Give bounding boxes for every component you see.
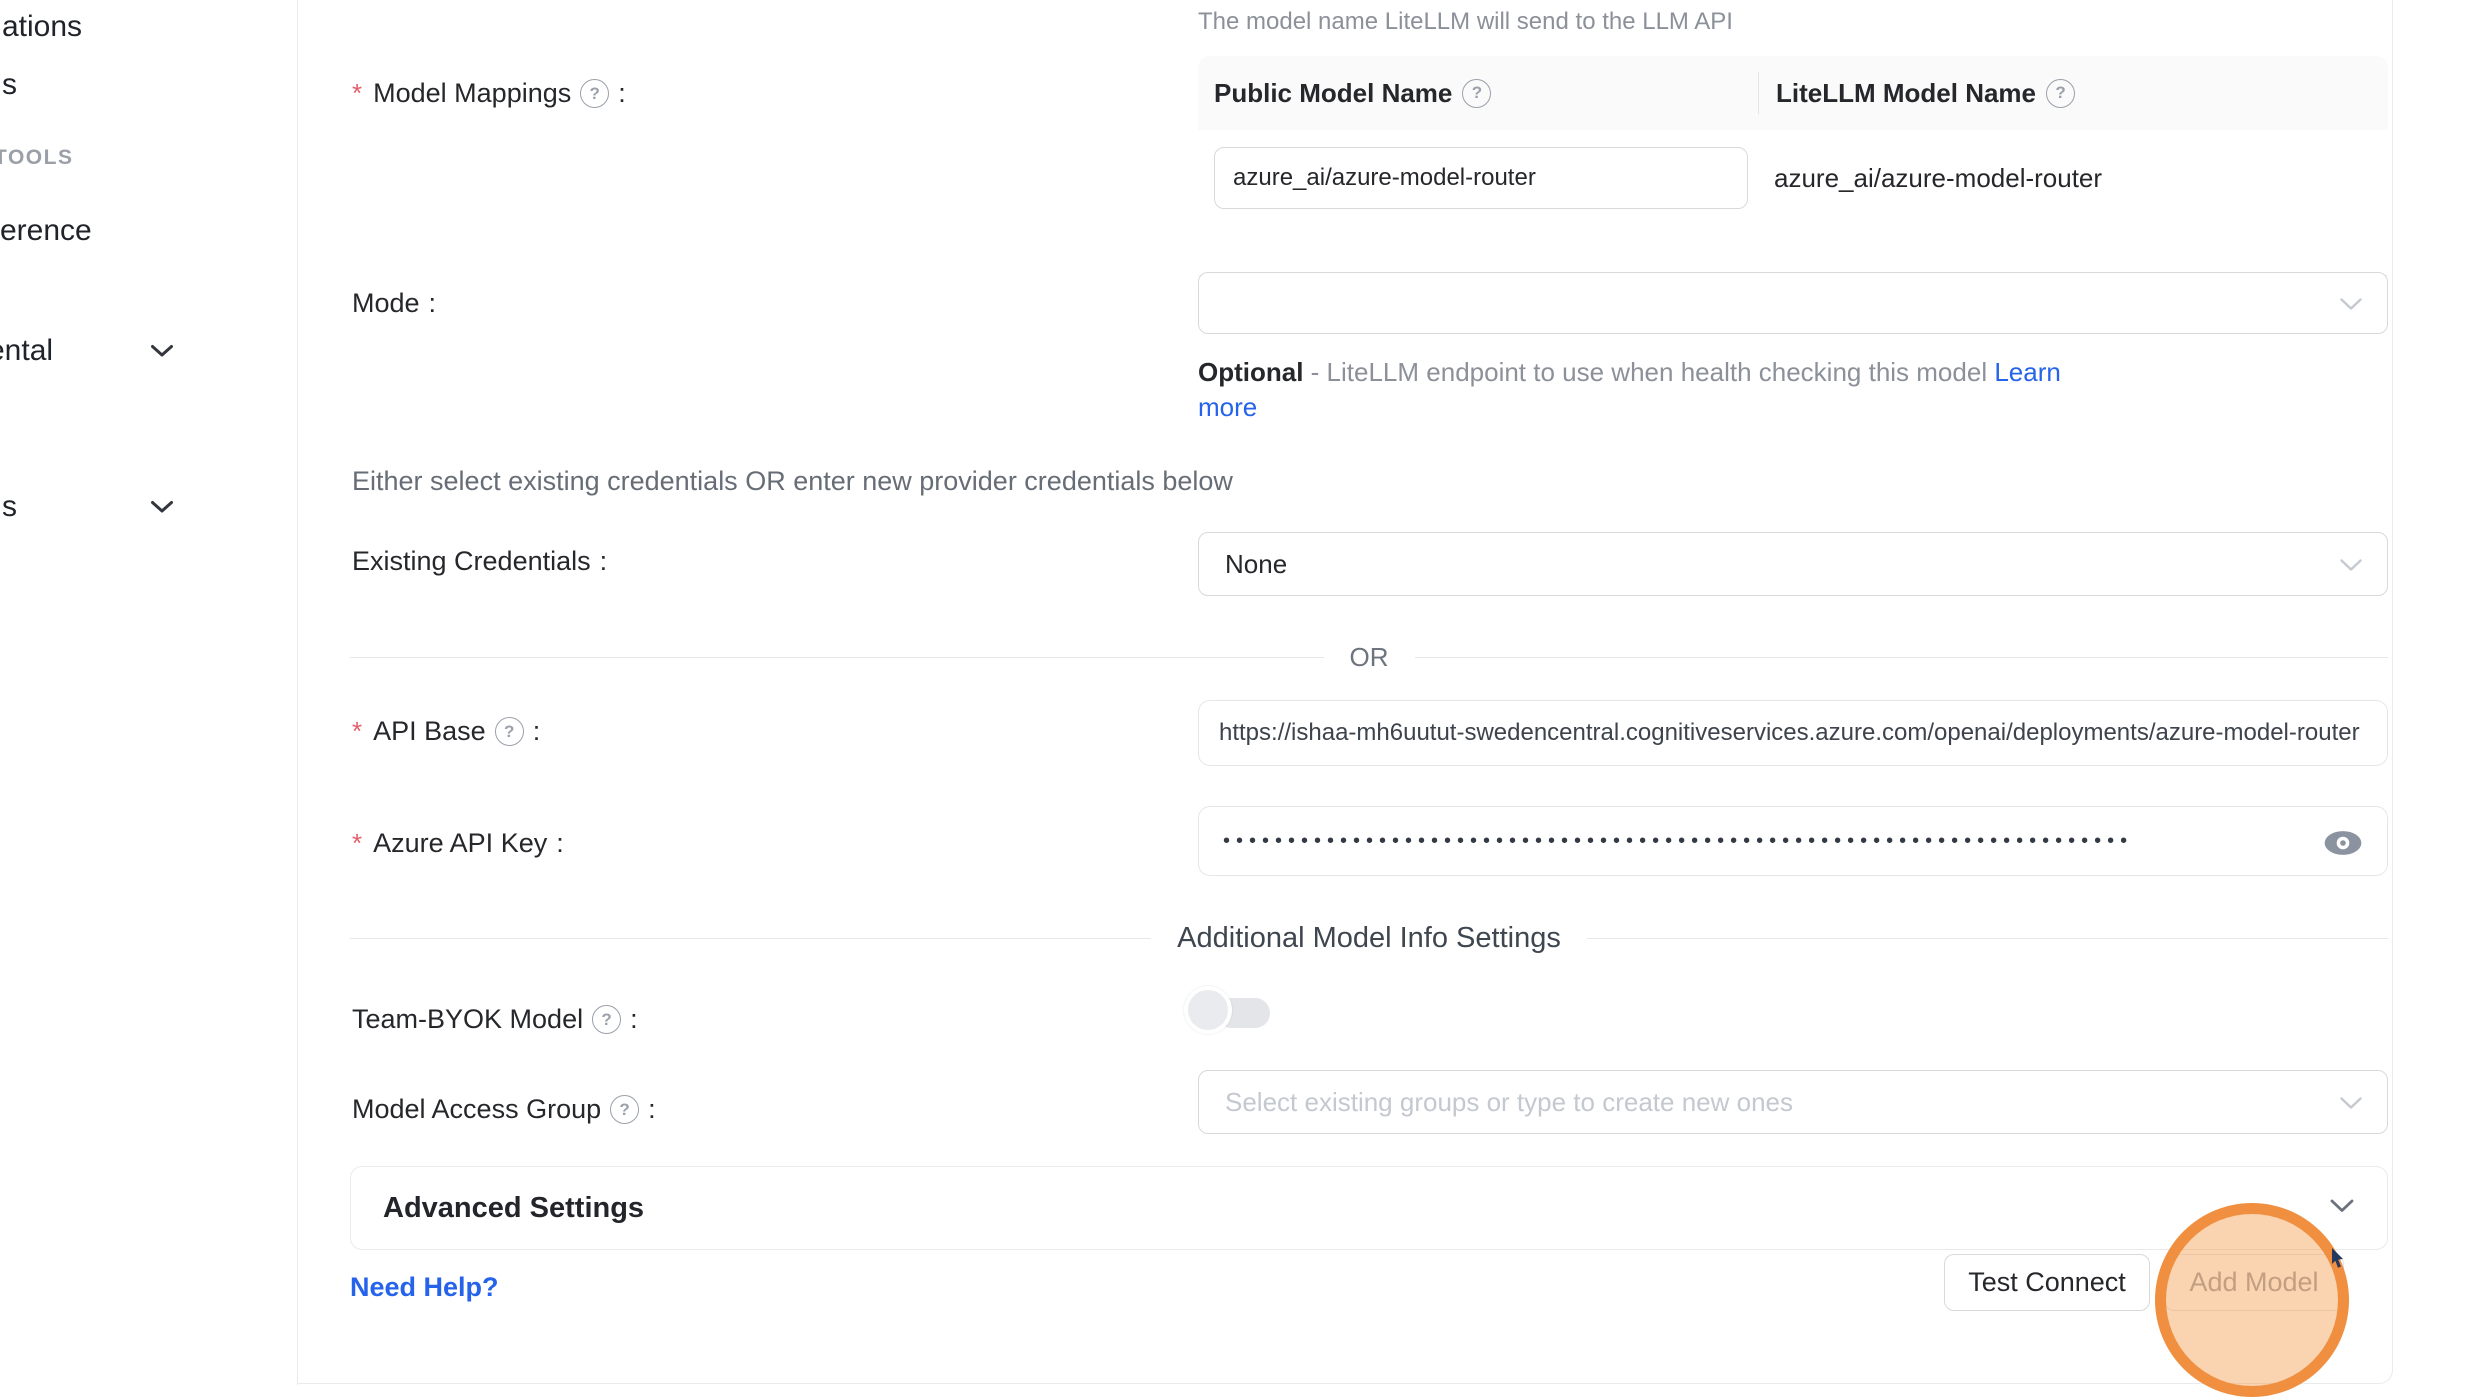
public-model-name-input[interactable]: [1214, 147, 1748, 209]
team-byok-label: Team-BYOK Model: [352, 1004, 583, 1035]
colon: :: [556, 828, 564, 859]
divider-line: [1587, 938, 2388, 939]
additional-settings-divider: Additional Model Info Settings: [350, 922, 2388, 955]
test-connect-label: Test Connect: [1968, 1267, 2126, 1298]
team-byok-label-row: Team-BYOK Model ? :: [352, 1004, 638, 1035]
existing-credentials-select[interactable]: None: [1198, 532, 2388, 596]
column-public-model-name: Public Model Name ?: [1214, 78, 1744, 109]
divider-line: [350, 657, 1324, 658]
mode-help-body: - LiteLLM endpoint to use when health ch…: [1311, 357, 1987, 387]
column-divider: [1758, 72, 1759, 114]
model-mappings-table-header: Public Model Name ? LiteLLM Model Name ?: [1198, 56, 2388, 130]
help-icon[interactable]: ?: [610, 1095, 639, 1124]
azure-api-key-label-row: * Azure API Key :: [352, 828, 564, 859]
divider-line: [1415, 657, 2389, 658]
azure-api-key-label: Azure API Key: [373, 828, 547, 859]
model-access-group-select[interactable]: Select existing groups or type to create…: [1198, 1070, 2388, 1134]
credentials-note: Either select existing credentials OR en…: [352, 466, 1233, 497]
help-icon[interactable]: ?: [580, 79, 609, 108]
model-mappings-label-row: * Model Mappings ? :: [352, 78, 626, 109]
model-mappings-label: Model Mappings: [373, 78, 571, 109]
chevron-down-icon[interactable]: [150, 500, 174, 520]
colon: :: [600, 546, 608, 577]
sidebar: ations s TOOLS erence ental s: [0, 0, 298, 1385]
api-base-label: API Base: [373, 716, 486, 747]
mode-label-row: Mode :: [352, 288, 436, 319]
required-marker: *: [352, 828, 362, 859]
chevron-down-icon: [2339, 549, 2363, 580]
chevron-down-icon[interactable]: [2329, 1198, 2355, 1219]
sidebar-item-5[interactable]: s: [2, 490, 17, 524]
azure-api-key-input[interactable]: [1198, 806, 2388, 876]
chevron-down-icon: [2339, 1087, 2363, 1118]
existing-credentials-label-row: Existing Credentials :: [352, 546, 607, 577]
help-icon[interactable]: ?: [2046, 79, 2075, 108]
sidebar-item-inference[interactable]: erence: [0, 214, 92, 248]
sidebar-item-experimental[interactable]: ental: [0, 334, 53, 368]
colon: :: [630, 1004, 638, 1035]
sidebar-item-organizations[interactable]: ations: [2, 10, 82, 44]
mode-help-optional: Optional: [1198, 357, 1303, 387]
chevron-down-icon: [2339, 288, 2363, 319]
public-model-name-header-label: Public Model Name: [1214, 78, 1452, 109]
existing-credentials-value: None: [1225, 549, 1287, 580]
help-icon[interactable]: ?: [592, 1005, 621, 1034]
team-byok-toggle-knob[interactable]: [1184, 986, 1232, 1034]
colon: :: [618, 78, 626, 109]
api-base-label-row: * API Base ? :: [352, 716, 540, 747]
model-mappings-table: Public Model Name ? LiteLLM Model Name ?…: [1198, 56, 2388, 276]
api-base-input[interactable]: [1198, 700, 2388, 766]
additional-settings-divider-text: Additional Model Info Settings: [1177, 922, 1561, 955]
colon: :: [533, 716, 541, 747]
sidebar-section-tools: TOOLS: [0, 146, 73, 170]
learn-more-link[interactable]: Learn: [1994, 357, 2061, 387]
help-icon[interactable]: ?: [1462, 79, 1491, 108]
model-name-hint: The model name LiteLLM will send to the …: [1198, 8, 1733, 36]
model-access-group-label: Model Access Group: [352, 1094, 601, 1125]
advanced-settings-panel[interactable]: Advanced Settings: [350, 1166, 2388, 1250]
mode-label: Mode: [352, 288, 420, 319]
column-litellm-model-name: LiteLLM Model Name ?: [1776, 78, 2075, 109]
advanced-settings-title: Advanced Settings: [383, 1192, 644, 1225]
or-divider: OR: [350, 642, 2388, 673]
model-access-group-label-row: Model Access Group ? :: [352, 1094, 656, 1125]
mode-help-text: Optional - LiteLLM endpoint to use when …: [1198, 352, 2061, 392]
test-connect-button[interactable]: Test Connect: [1944, 1254, 2150, 1311]
or-divider-text: OR: [1350, 642, 1389, 673]
divider-line: [350, 938, 1151, 939]
litellm-model-name-header-label: LiteLLM Model Name: [1776, 78, 2036, 109]
eye-icon[interactable]: [2322, 828, 2364, 863]
learn-more-link-line2[interactable]: more: [1198, 392, 1257, 423]
required-marker: *: [352, 78, 362, 109]
litellm-model-name-value: azure_ai/azure-model-router: [1774, 163, 2102, 194]
colon: :: [648, 1094, 656, 1125]
required-marker: *: [352, 716, 362, 747]
need-help-link[interactable]: Need Help?: [350, 1272, 499, 1303]
model-access-group-placeholder: Select existing groups or type to create…: [1225, 1087, 1793, 1118]
model-mappings-table-row: azure_ai/azure-model-router: [1198, 130, 2388, 276]
colon: :: [429, 288, 437, 319]
mode-select[interactable]: [1198, 272, 2388, 334]
existing-credentials-label: Existing Credentials: [352, 546, 591, 577]
chevron-down-icon[interactable]: [150, 344, 174, 364]
sidebar-item-1[interactable]: s: [2, 68, 17, 102]
help-icon[interactable]: ?: [495, 717, 524, 746]
mouse-cursor-icon: [2331, 1248, 2347, 1275]
click-highlight-circle: [2155, 1203, 2349, 1397]
